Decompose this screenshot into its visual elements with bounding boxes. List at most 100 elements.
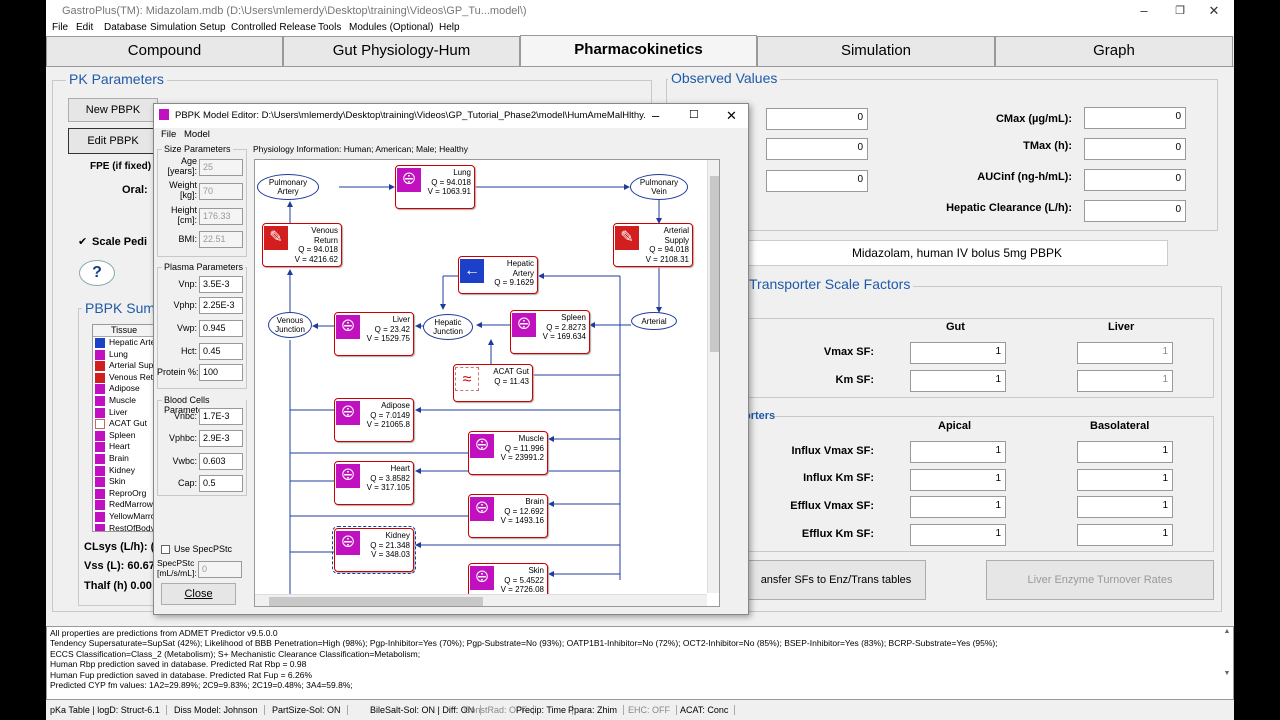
- plasma-param-field[interactable]: 2.25E-3: [199, 297, 243, 314]
- plasma-param-field[interactable]: 100: [199, 364, 243, 381]
- junction-pa[interactable]: Pulmonary Artery: [257, 174, 319, 200]
- observed-field-1[interactable]: 0: [766, 108, 868, 130]
- horizontal-scroll-thumb[interactable]: [269, 597, 483, 606]
- plasma-param-field[interactable]: 0.45: [199, 343, 243, 360]
- influx-km-basolateral-field[interactable]: 1: [1077, 469, 1173, 491]
- observed-field-3[interactable]: 0: [766, 170, 868, 192]
- vmax-sf-label: Vmax SF:: [823, 346, 874, 358]
- status-item: pKa Table | logD: Struct-6.1: [50, 705, 167, 715]
- node-spleen[interactable]: ⨸ Spleen Q = 2.8273 V = 169.634: [510, 310, 590, 354]
- cmax-field[interactable]: 0: [1084, 107, 1186, 129]
- node-brain[interactable]: ⨸ Brain Q = 12.692 V = 1493.16: [468, 494, 548, 538]
- edit-pbpk-button[interactable]: Edit PBPK: [68, 128, 158, 154]
- blood-param-field[interactable]: 0.603: [199, 453, 243, 470]
- dialog-close-icon[interactable]: ✕: [726, 108, 737, 124]
- liver-enzyme-turnover-button[interactable]: Liver Enzyme Turnover Rates: [986, 560, 1214, 600]
- size-param-label: Age [years]:: [167, 156, 197, 176]
- node-venous[interactable]: ✎ Venous Return Q = 94.018 V = 4216.62: [262, 223, 342, 267]
- plasma-param-field[interactable]: 3.5E-3: [199, 276, 243, 293]
- junction-vj[interactable]: Venous Junction: [268, 312, 312, 338]
- efflux-km-apical-field[interactable]: 1: [910, 524, 1006, 546]
- transporter-title: Transporter Scale Factors: [746, 276, 914, 292]
- blood-param-field[interactable]: 2.9E-3: [199, 430, 243, 447]
- use-specpstc-checkbox[interactable]: [161, 545, 170, 554]
- size-param-field[interactable]: 70: [199, 183, 243, 200]
- dialog-minimize-icon[interactable]: –: [652, 108, 659, 123]
- description-field[interactable]: Midazolam, human IV bolus 5mg PBPK: [746, 240, 1168, 266]
- dialog-menu-file[interactable]: File: [161, 129, 176, 140]
- node-heart[interactable]: ⨸ Heart Q = 3.8582 V = 317.105: [334, 461, 414, 505]
- junction-pv[interactable]: Pulmonary Vein: [630, 174, 688, 200]
- menu-file[interactable]: File: [52, 22, 68, 33]
- tissue-name: Kidney: [109, 464, 135, 475]
- vmax-sf-gut-field[interactable]: 1: [910, 342, 1006, 364]
- km-sf-gut-field[interactable]: 1: [910, 370, 1006, 392]
- tmax-label: TMax (h):: [1023, 140, 1072, 152]
- node-liver[interactable]: ⨸ Liver Q = 23.42 V = 1529.75: [334, 312, 414, 356]
- pbpk-diagram-canvas[interactable]: ⨸ Lung Q = 94.018 V = 1063.91 ✎ Venous Return…: [254, 159, 720, 607]
- specpstc-field[interactable]: 0: [198, 561, 242, 578]
- log-scrollbar[interactable]: ▲ ▼: [1222, 628, 1232, 698]
- efflux-km-label: Efflux Km SF:: [801, 528, 874, 540]
- acat-compartment-icon: ≈: [455, 367, 479, 391]
- plasma-param-field[interactable]: 0.945: [199, 320, 243, 337]
- dialog-menu-model[interactable]: Model: [184, 129, 210, 140]
- node-arterial[interactable]: ✎ Arterial Supply Q = 94.018 V = 2108.31: [613, 223, 693, 267]
- hepatic-clearance-field[interactable]: 0: [1084, 200, 1186, 222]
- node-acat[interactable]: ≈ ACAT Gut Q = 11.43: [453, 364, 533, 402]
- tab-gut-physiology[interactable]: Gut Physiology-Hum: [283, 36, 520, 66]
- vertical-scroll-thumb[interactable]: [710, 176, 719, 352]
- close-button[interactable]: Close: [161, 583, 236, 605]
- brain-compartment-icon: ⨸: [470, 497, 494, 521]
- size-param-field[interactable]: 22.51: [199, 231, 243, 248]
- tab-compound[interactable]: Compound: [46, 36, 283, 66]
- menu-modules[interactable]: Modules (Optional): [349, 22, 433, 33]
- efflux-vmax-basolateral-field[interactable]: 1: [1077, 496, 1173, 518]
- menu-edit[interactable]: Edit: [76, 22, 93, 33]
- tissue-name: Liver: [109, 406, 128, 417]
- tab-pharmacokinetics[interactable]: Pharmacokinetics: [520, 35, 757, 66]
- blood-param-field[interactable]: 0.5: [199, 475, 243, 492]
- influx-vmax-apical-field[interactable]: 1: [910, 441, 1006, 463]
- km-sf-liver-field[interactable]: 1: [1077, 370, 1173, 392]
- title-bar: GastroPlus(TM): Midazolam.mdb (D:\Users\…: [46, 0, 1234, 22]
- vmax-sf-liver-field[interactable]: 1: [1077, 342, 1173, 364]
- menu-simulation-setup[interactable]: Simulation Setup: [150, 22, 226, 33]
- tab-simulation[interactable]: Simulation: [757, 36, 995, 66]
- menu-help[interactable]: Help: [439, 22, 460, 33]
- new-pbpk-button[interactable]: New PBPK: [68, 98, 158, 122]
- junction-hj[interactable]: Hepatic Junction: [423, 314, 473, 340]
- observed-field-2[interactable]: 0: [766, 138, 868, 160]
- minimize-icon[interactable]: –: [1134, 3, 1154, 19]
- menu-tools[interactable]: Tools: [318, 22, 341, 33]
- menu-database[interactable]: Database: [104, 22, 147, 33]
- help-icon[interactable]: ?: [79, 260, 115, 286]
- junction-art[interactable]: Arterial: [631, 312, 677, 330]
- node-hepart[interactable]: ← Hepatic Artery Q = 9.1629: [458, 256, 538, 294]
- status-item: Precip: Time: [516, 705, 574, 715]
- dialog-maximize-icon[interactable]: ☐: [689, 108, 699, 121]
- efflux-km-basolateral-field[interactable]: 1: [1077, 524, 1173, 546]
- menu-controlled-release[interactable]: Controlled Release: [231, 22, 316, 33]
- diagram-horizontal-scrollbar[interactable]: [255, 594, 707, 606]
- node-muscle[interactable]: ⨸ Muscle Q = 11.996 V = 23991.2: [468, 431, 548, 475]
- maximize-icon[interactable]: ❐: [1170, 3, 1190, 19]
- transfer-sfs-button[interactable]: ansfer SFs to Enz/Trans tables: [746, 560, 926, 600]
- node-adipose[interactable]: ⨸ Adipose Q = 7.0149 V = 21065.8: [334, 398, 414, 442]
- close-icon[interactable]: ✕: [1204, 3, 1224, 19]
- influx-km-apical-field[interactable]: 1: [910, 469, 1006, 491]
- size-param-field[interactable]: 176.33: [199, 208, 243, 225]
- node-kidney[interactable]: ⨸ Kidney Q = 21.348 V = 348.03: [332, 526, 416, 574]
- node-lung[interactable]: ⨸ Lung Q = 94.018 V = 1063.91: [395, 165, 475, 209]
- tab-graph[interactable]: Graph: [995, 36, 1233, 66]
- diagram-vertical-scrollbar[interactable]: [707, 160, 719, 593]
- blood-param-field[interactable]: 1.7E-3: [199, 408, 243, 425]
- tissue-type-icon: [95, 511, 105, 522]
- aucinf-field[interactable]: 0: [1084, 169, 1186, 191]
- size-param-field[interactable]: 25: [199, 159, 243, 176]
- efflux-vmax-apical-field[interactable]: 1: [910, 496, 1006, 518]
- tmax-field[interactable]: 0: [1084, 138, 1186, 160]
- influx-vmax-basolateral-field[interactable]: 1: [1077, 441, 1173, 463]
- message-log[interactable]: All properties are predictions from ADME…: [46, 626, 1234, 700]
- scale-pediatric-checkbox[interactable]: ✔: [78, 236, 90, 248]
